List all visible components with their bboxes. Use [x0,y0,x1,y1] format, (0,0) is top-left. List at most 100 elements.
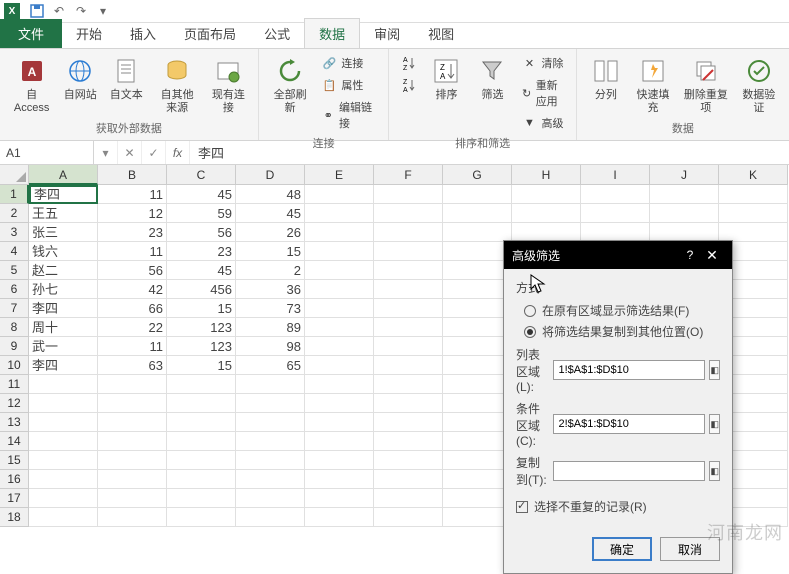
cell[interactable] [167,413,236,432]
column-header[interactable]: D [236,165,305,185]
cell[interactable]: 钱六 [29,242,98,261]
cell[interactable] [29,489,98,508]
cell[interactable] [305,299,374,318]
cell[interactable] [374,375,443,394]
cell[interactable] [443,356,512,375]
cell[interactable]: 11 [98,337,167,356]
cell[interactable]: 59 [167,204,236,223]
remove-dup-button[interactable]: 删除重复项 [679,53,732,117]
cell[interactable] [236,394,305,413]
from-web-button[interactable]: 自网站 [59,53,101,104]
cell[interactable]: 56 [98,261,167,280]
cell[interactable]: 23 [98,223,167,242]
sort-button[interactable]: ZA排序 [425,53,467,104]
cell[interactable] [29,375,98,394]
cell[interactable] [236,451,305,470]
tab-layout[interactable]: 页面布局 [170,19,250,48]
cell[interactable] [236,470,305,489]
cell[interactable] [98,451,167,470]
cell[interactable] [443,432,512,451]
cell[interactable] [305,451,374,470]
cell[interactable] [305,337,374,356]
list-range-input[interactable] [553,360,705,380]
cancel-button[interactable]: 取消 [660,537,720,561]
row-header[interactable]: 6 [0,280,29,299]
cell[interactable]: 45 [236,204,305,223]
cell[interactable]: 12 [98,204,167,223]
cell[interactable] [167,375,236,394]
cell[interactable] [236,413,305,432]
cell[interactable] [305,185,374,204]
tab-home[interactable]: 开始 [62,19,116,48]
ok-button[interactable]: 确定 [592,537,652,561]
cell[interactable] [719,185,788,204]
tab-formulas[interactable]: 公式 [250,19,304,48]
cell[interactable] [305,375,374,394]
cell[interactable] [305,489,374,508]
cell[interactable]: 63 [98,356,167,375]
tab-data[interactable]: 数据 [304,18,360,48]
row-header[interactable]: 1 [0,185,29,204]
cell[interactable] [443,451,512,470]
cell[interactable] [305,280,374,299]
cell[interactable]: 456 [167,280,236,299]
cell[interactable] [374,337,443,356]
column-header[interactable]: K [719,165,788,185]
cell[interactable] [29,432,98,451]
cell[interactable] [305,356,374,375]
cell[interactable] [236,375,305,394]
column-header[interactable]: G [443,165,512,185]
criteria-range-input[interactable] [553,414,705,434]
cell[interactable] [305,261,374,280]
cell[interactable]: 赵二 [29,261,98,280]
cell[interactable] [29,451,98,470]
cell[interactable] [581,204,650,223]
cell[interactable] [374,223,443,242]
cell[interactable] [305,204,374,223]
data-validation-button[interactable]: 数据验证 [737,53,781,117]
column-header[interactable]: J [650,165,719,185]
undo-icon[interactable]: ↶ [50,2,68,20]
cell[interactable] [374,318,443,337]
cell[interactable] [374,185,443,204]
cell[interactable]: 孙七 [29,280,98,299]
ref-selector-icon[interactable]: ◧ [709,360,720,380]
cell[interactable] [512,204,581,223]
tab-file[interactable]: 文件 [0,19,62,48]
name-box-dropdown-icon[interactable]: ▾ [94,141,118,164]
cell[interactable] [98,375,167,394]
cell[interactable] [374,451,443,470]
cell[interactable]: 11 [98,242,167,261]
row-header[interactable]: 15 [0,451,29,470]
cell[interactable]: 15 [236,242,305,261]
cell[interactable] [98,432,167,451]
redo-icon[interactable]: ↷ [72,2,90,20]
row-header[interactable]: 13 [0,413,29,432]
cell[interactable]: 2 [236,261,305,280]
cell[interactable]: 11 [98,185,167,204]
close-icon[interactable]: ✕ [700,247,724,264]
row-header[interactable]: 2 [0,204,29,223]
cell[interactable] [236,508,305,527]
cell[interactable]: 48 [236,185,305,204]
cell[interactable]: 15 [167,356,236,375]
row-header[interactable]: 11 [0,375,29,394]
from-other-button[interactable]: 自其他来源 [151,53,203,117]
cell[interactable] [29,394,98,413]
column-header[interactable]: I [581,165,650,185]
column-header[interactable]: E [305,165,374,185]
clear-filter-button[interactable]: ✕清除 [517,53,567,73]
cell[interactable] [98,489,167,508]
existing-conn-button[interactable]: 现有连接 [207,53,250,117]
cell[interactable] [29,470,98,489]
cell[interactable]: 45 [167,261,236,280]
qat-dropdown-icon[interactable]: ▾ [94,2,112,20]
copy-to-input[interactable] [553,461,705,481]
ref-selector-icon[interactable]: ◧ [709,414,720,434]
cell[interactable] [167,489,236,508]
cell[interactable]: 56 [167,223,236,242]
column-header[interactable]: C [167,165,236,185]
edit-links-button[interactable]: ⚭编辑链接 [317,97,380,133]
cell[interactable]: 李四 [29,299,98,318]
cell[interactable] [167,470,236,489]
